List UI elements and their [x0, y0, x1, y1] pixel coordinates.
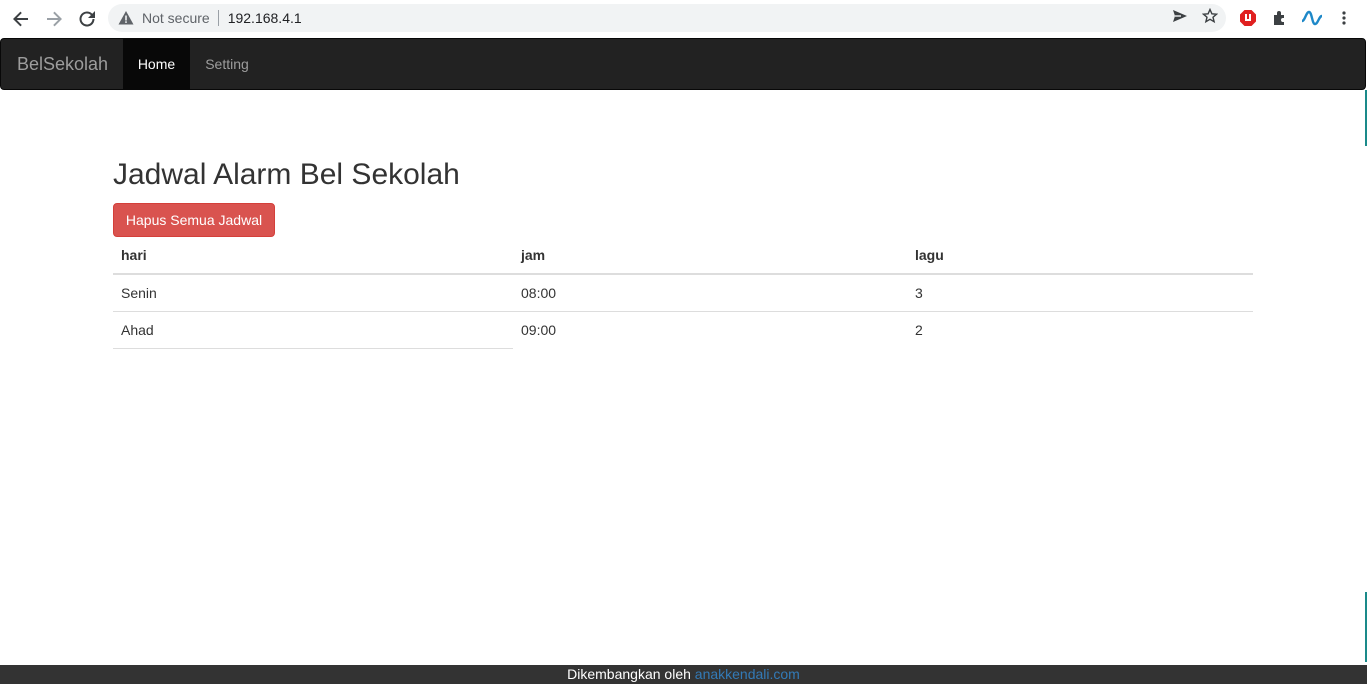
column-header-hari: hari [113, 237, 513, 275]
footer-link[interactable]: anakkendali.com [695, 666, 800, 682]
adblock-icon[interactable] [1236, 6, 1260, 30]
url-text[interactable]: 192.168.4.1 [228, 10, 302, 26]
cell-lagu: 3 [907, 273, 1253, 312]
back-arrow-icon[interactable] [7, 5, 35, 33]
nav-setting[interactable]: Setting [190, 39, 264, 89]
navbar: BelSekolah Home Setting [0, 38, 1366, 90]
warning-icon [118, 10, 134, 26]
address-bar[interactable]: Not secure 192.168.4.1 [108, 4, 1226, 32]
browser-toolbar: Not secure 192.168.4.1 [0, 0, 1367, 37]
extensions-icon[interactable] [1268, 6, 1292, 30]
table-row: Senin 08:00 3 [113, 273, 1253, 312]
table-row: Ahad 09:00 2 [113, 311, 1253, 349]
star-icon[interactable] [1201, 7, 1219, 29]
reload-icon[interactable] [73, 5, 101, 33]
table-header-row: hari jam lagu [113, 237, 1253, 275]
kebab-menu-icon[interactable] [1332, 6, 1356, 30]
cell-hari: Ahad [113, 311, 513, 349]
cell-jam: 09:00 [513, 311, 907, 349]
omnibox-separator [217, 10, 219, 26]
send-icon[interactable] [1172, 8, 1188, 29]
footer: Dikembangkan oleh anakkendali.com [0, 665, 1367, 684]
column-header-lagu: lagu [907, 237, 1253, 275]
forward-arrow-icon[interactable] [40, 5, 68, 33]
column-header-jam: jam [513, 237, 907, 275]
navbar-brand[interactable]: BelSekolah [17, 39, 108, 89]
delete-all-schedules-button[interactable]: Hapus Semua Jadwal [113, 203, 275, 237]
page-title: Jadwal Alarm Bel Sekolah [113, 158, 460, 191]
cell-lagu: 2 [907, 311, 1253, 349]
schedule-table: hari jam lagu Senin 08:00 3 Ahad 09:00 2 [113, 237, 1253, 349]
cell-jam: 08:00 [513, 273, 907, 312]
extension-wave-icon[interactable] [1300, 6, 1324, 30]
nav-home[interactable]: Home [123, 39, 190, 89]
footer-text: Dikembangkan oleh [567, 666, 691, 682]
cell-hari: Senin [113, 273, 513, 312]
security-label[interactable]: Not secure [142, 10, 210, 26]
